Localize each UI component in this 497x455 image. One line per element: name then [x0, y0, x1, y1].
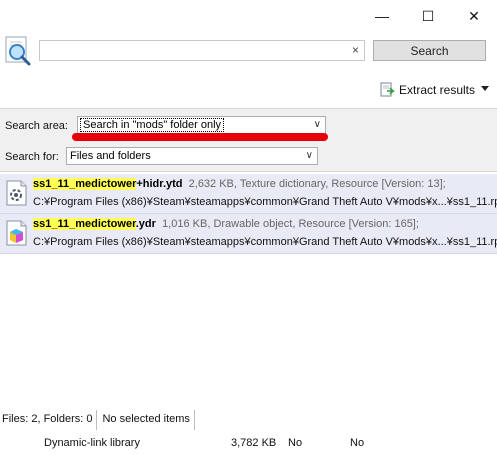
search-button[interactable]: Search	[373, 40, 486, 61]
background-file-row: Dynamic-link library 3,782 KB No No	[0, 432, 497, 455]
result-item[interactable]: ss1_11_medictower+hidr.ytd 2,632 KB, Tex…	[0, 174, 497, 214]
extract-results-button[interactable]: Extract results	[379, 81, 475, 99]
chevron-down-icon: ∨	[313, 119, 321, 130]
result-name-match: ss1_11_medictower	[33, 218, 136, 230]
annotation-underline	[72, 133, 328, 141]
status-bar: Files: 2, Folders: 0 No selected items	[0, 410, 195, 430]
result-category: Resource	[331, 178, 379, 190]
search-for-dropdown[interactable]: Files and folders ∨	[66, 147, 318, 165]
search-area-dropdown[interactable]: Search in "mods" folder only ∨	[77, 116, 326, 134]
result-size: 1,016 KB	[162, 218, 208, 230]
result-name-match: ss1_11_medictower	[33, 178, 137, 190]
maximize-icon: ☐	[421, 7, 435, 24]
drawable-file-icon	[6, 220, 27, 246]
result-path: C:¥Program Files (x86)¥Steam¥steamapps¥c…	[33, 196, 497, 208]
background-row-size: 3,782 KB	[231, 437, 277, 449]
result-title: ss1_11_medictower.ydr 1,016 KB, Drawable…	[33, 218, 419, 230]
texture-file-icon	[6, 180, 27, 206]
title-bar: — ☐ ✕	[0, 0, 497, 32]
background-row-col1: No	[288, 437, 303, 449]
search-area-value: Search in "mods" folder only	[79, 118, 225, 132]
status-counts: Files: 2, Folders: 0	[0, 410, 98, 430]
search-input[interactable]: ×	[39, 40, 365, 61]
maximize-button[interactable]: ☐	[405, 0, 451, 32]
clear-search-icon[interactable]: ×	[352, 43, 359, 58]
status-selection: No selected items	[97, 410, 195, 430]
result-name-rest: .ydr	[135, 218, 156, 230]
extract-results-label: Extract results	[399, 83, 476, 97]
extract-icon	[380, 82, 395, 97]
minimize-icon: —	[375, 8, 389, 24]
result-item[interactable]: ss1_11_medictower.ydr 1,016 KB, Drawable…	[0, 214, 497, 254]
minimize-button[interactable]: —	[359, 0, 405, 32]
search-for-value: Files and folders	[70, 150, 151, 162]
result-title: ss1_11_medictower+hidr.ytd 2,632 KB, Tex…	[33, 178, 446, 190]
close-icon: ✕	[468, 7, 480, 24]
result-type: Drawable object	[213, 218, 293, 230]
result-category: Resource	[298, 218, 346, 230]
search-for-label: Search for:	[5, 151, 59, 163]
result-version: [Version: 13];	[381, 178, 446, 190]
result-version: [Version: 165];	[348, 218, 419, 230]
result-name-rest: +hidr.ytd	[136, 178, 183, 190]
result-path: C:¥Program Files (x86)¥Steam¥steamapps¥c…	[33, 236, 497, 248]
result-size: 2,632 KB	[188, 178, 234, 190]
background-row-col2: No	[350, 437, 365, 449]
search-area-label: Search area:	[5, 120, 68, 132]
close-button[interactable]: ✕	[451, 0, 497, 32]
extract-dropdown-arrow-icon[interactable]	[481, 86, 489, 91]
search-document-icon	[5, 36, 31, 66]
results-list: ss1_11_medictower+hidr.ytd 2,632 KB, Tex…	[0, 174, 497, 254]
result-type: Texture dictionary	[239, 178, 326, 190]
chevron-down-icon: ∨	[305, 150, 313, 161]
background-row-type: Dynamic-link library	[44, 437, 140, 449]
